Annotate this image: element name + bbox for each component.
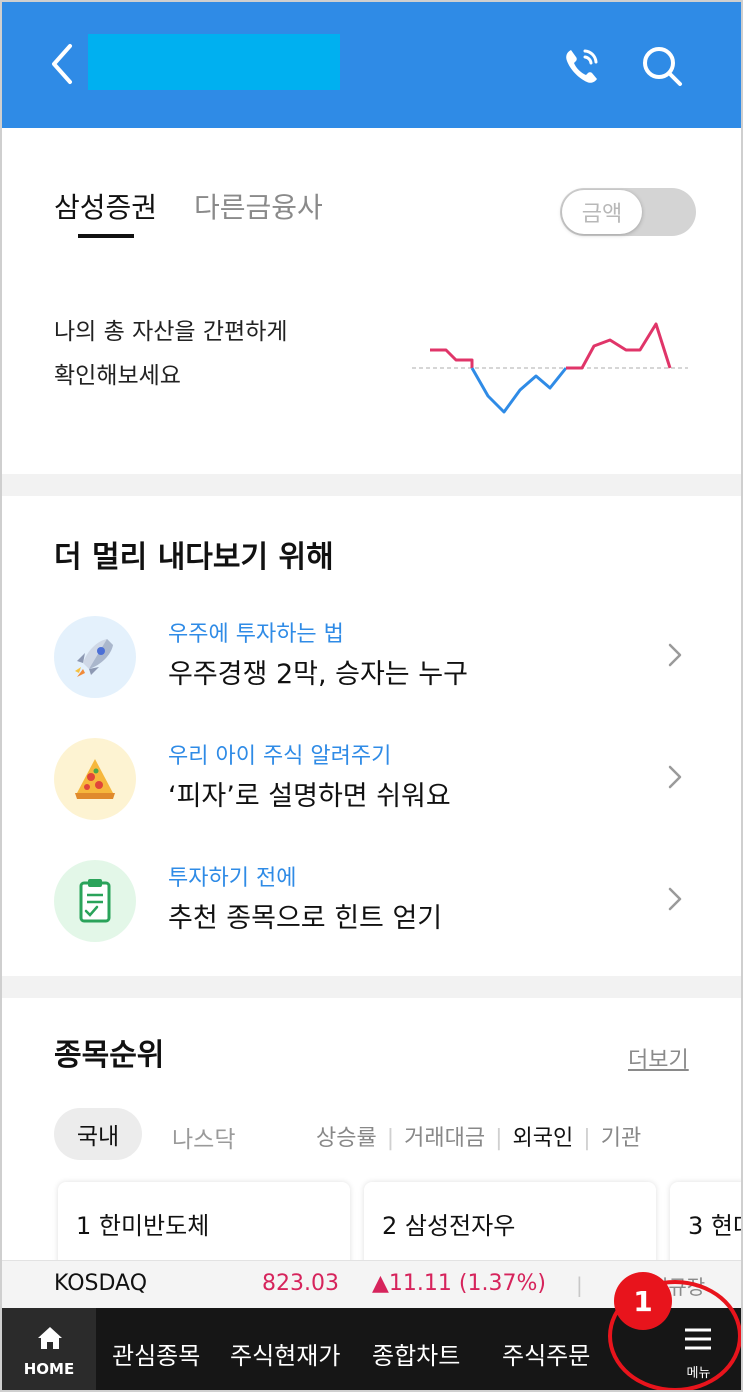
insight-headline: 우주경쟁 2막, 승자는 누구	[168, 659, 468, 690]
chevron-left-icon	[52, 44, 72, 84]
insight-headline: 추천 종목으로 힌트 얻기	[168, 903, 443, 934]
clipboard-icon	[54, 860, 136, 942]
tab-nasdaq[interactable]: 나스닥	[172, 1120, 235, 1154]
insights-section: 더 멀리 내다보기 위해 우주에 투자하는 법 우주경쟁 2막, 승자는 누구	[2, 496, 741, 976]
tab-other-institutions[interactable]: 다른금융사	[194, 186, 323, 226]
ranking-card-label: 1 한미반도체	[76, 1212, 210, 1240]
ticker-index-name: KOSDAQ	[54, 1271, 148, 1296]
rocket-icon	[54, 616, 136, 698]
insight-item-space[interactable]: 우주에 투자하는 법 우주경쟁 2막, 승자는 누구	[2, 608, 741, 708]
chevron-right-icon	[668, 887, 682, 911]
ranking-section: 종목순위 더보기 국내 나스닥 상승률 | 거래대금 | 외국인 | 기관 1 한미반도체 …	[2, 998, 741, 1282]
ticker-change: ▲11.11 (1.37%)	[372, 1271, 546, 1296]
filter-separator: |	[583, 1126, 591, 1151]
tab-samsung[interactable]: 삼성증권	[54, 186, 157, 226]
asset-trend-graphic	[412, 322, 688, 414]
filter-separator: |	[495, 1126, 503, 1151]
nav-watchlist[interactable]: 관심종목	[112, 1336, 200, 1371]
pizza-icon	[54, 738, 136, 820]
insight-subtitle: 우리 아이 주식 알려주기	[168, 744, 392, 769]
back-button[interactable]	[44, 42, 84, 86]
asset-description-line2: 확인해보세요	[54, 363, 181, 389]
search-icon	[643, 47, 682, 86]
ranking-title: 종목순위	[54, 1038, 165, 1073]
active-tab-indicator	[78, 234, 134, 238]
insight-subtitle: 우주에 투자하는 법	[168, 622, 344, 647]
amount-toggle-knob: 금액	[562, 190, 642, 234]
redacted-title	[88, 34, 340, 90]
insight-headline: ‘피자’로 설명하면 쉬워요	[168, 781, 451, 812]
home-label: HOME	[23, 1360, 75, 1378]
chevron-right-icon	[668, 765, 682, 789]
section-divider	[2, 474, 741, 496]
filter-separator: |	[386, 1126, 395, 1151]
amount-toggle[interactable]: 금액	[560, 188, 696, 236]
tab-domestic[interactable]: 국내	[54, 1108, 142, 1160]
home-button[interactable]: HOME	[2, 1308, 96, 1390]
nav-stock-order[interactable]: 주식주문	[502, 1336, 590, 1371]
ranking-filters: 상승률 | 거래대금 | 외국인 | 기관	[316, 1120, 641, 1152]
section-divider	[2, 976, 741, 998]
ranking-card-label: 2 삼성전자우	[382, 1212, 516, 1240]
insights-title: 더 멀리 내다보기 위해	[54, 540, 334, 575]
filter-rise-rate[interactable]: 상승률	[316, 1126, 377, 1151]
filter-foreigner[interactable]: 외국인	[513, 1126, 574, 1151]
ticker-separator: |	[576, 1273, 583, 1297]
chevron-right-icon	[668, 643, 682, 667]
home-icon	[38, 1327, 62, 1349]
filter-trading-value[interactable]: 거래대금	[404, 1126, 485, 1151]
asset-description-line1: 나의 총 자산을 간편하게	[54, 319, 288, 345]
ticker-price: 823.03	[262, 1271, 339, 1296]
app-frame: 삼성증권 다른금융사 금액 나의 총 자산을 간편하게 확인해보세요 더 멀리 …	[0, 0, 743, 1392]
nav-chart[interactable]: 종합차트	[372, 1336, 460, 1371]
insight-item-recommend[interactable]: 투자하기 전에 추천 종목으로 힌트 얻기	[2, 852, 741, 952]
insight-item-pizza[interactable]: 우리 아이 주식 알려주기 ‘피자’로 설명하면 쉬워요	[2, 730, 741, 830]
search-button[interactable]	[638, 42, 686, 90]
app-header	[2, 2, 741, 128]
phone-icon	[566, 49, 598, 83]
nav-stock-price[interactable]: 주식현재가	[230, 1336, 340, 1371]
step-badge: 1	[614, 1272, 672, 1330]
more-link[interactable]: 더보기	[628, 1042, 689, 1074]
insight-subtitle: 투자하기 전에	[168, 866, 297, 891]
filter-institution[interactable]: 기관	[601, 1126, 641, 1151]
phone-button[interactable]	[558, 42, 606, 90]
asset-section: 삼성증권 다른금융사 금액 나의 총 자산을 간편하게 확인해보세요	[2, 128, 741, 474]
asset-description: 나의 총 자산을 간편하게 확인해보세요	[54, 310, 288, 398]
ranking-card-label: 3 현대	[688, 1212, 741, 1240]
